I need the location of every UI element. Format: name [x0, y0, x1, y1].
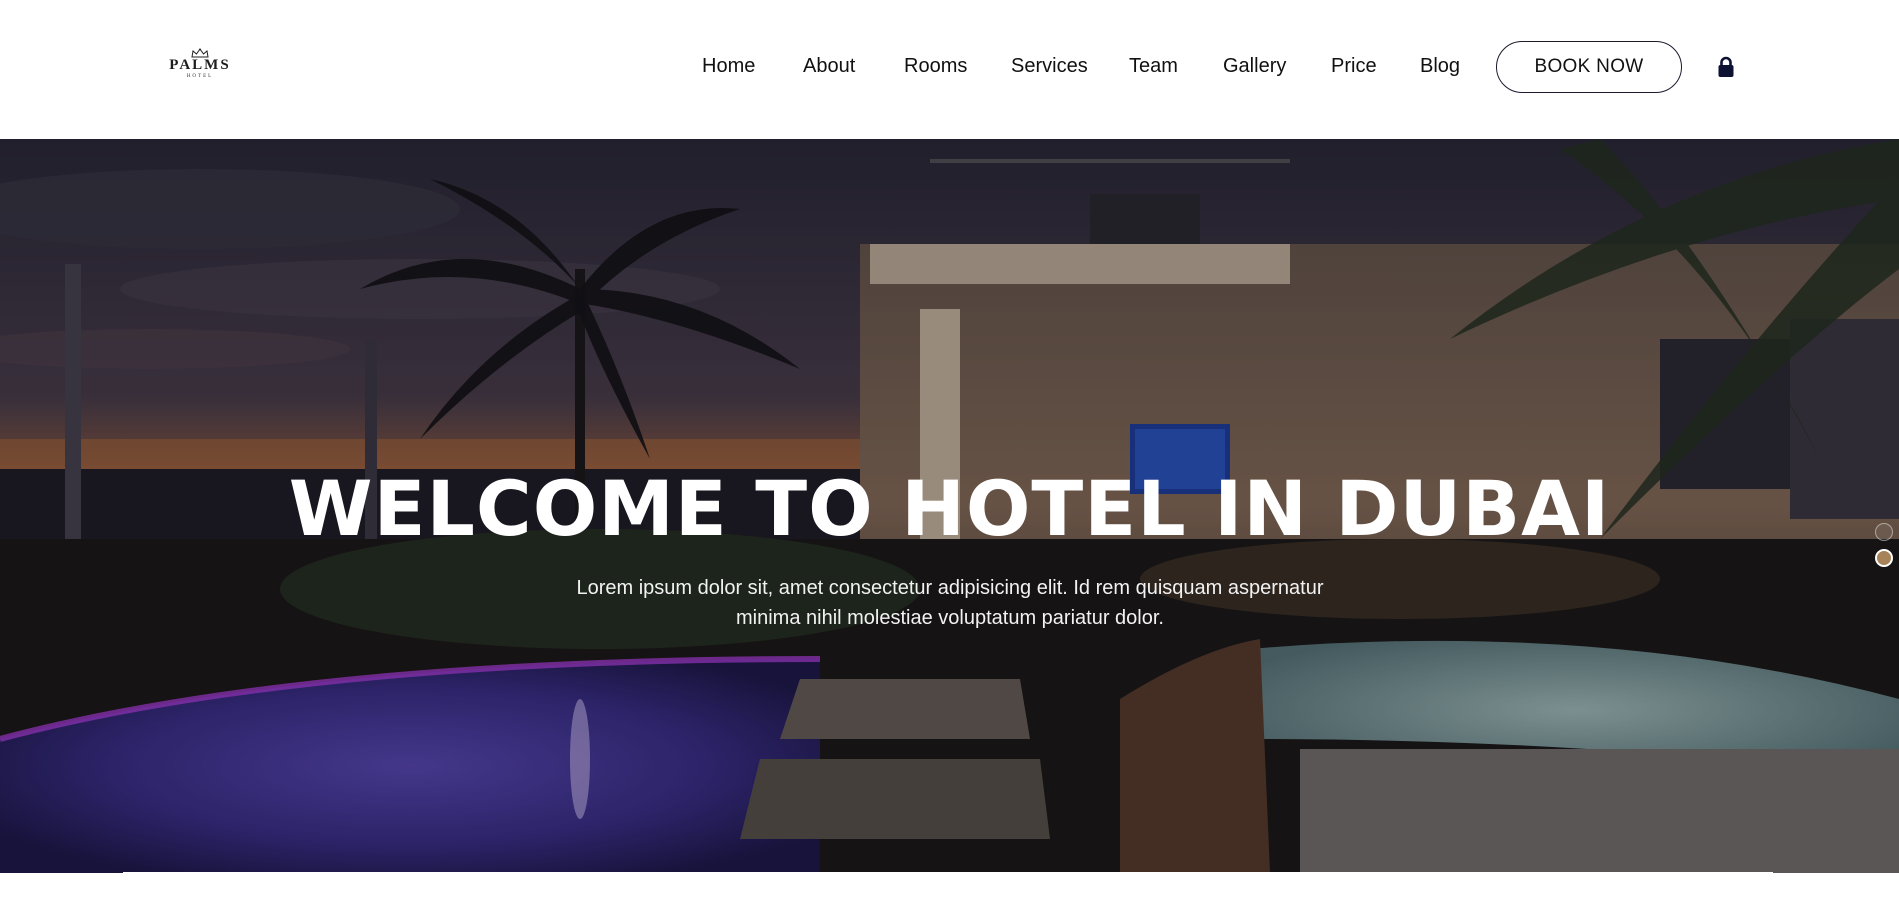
nav-services[interactable]: Services — [1011, 55, 1088, 78]
nav-gallery[interactable]: Gallery — [1223, 55, 1286, 78]
hero-title: WELCOME TO HOTEL IN DUBAI — [288, 464, 1611, 553]
nav-price[interactable]: Price — [1331, 55, 1377, 78]
slider-dot-2-active[interactable] — [1875, 549, 1893, 567]
nav-blog[interactable]: Blog — [1420, 55, 1460, 78]
main-navigation: Home About Rooms Services Team Gallery P… — [0, 0, 1899, 139]
nav-rooms[interactable]: Rooms — [904, 55, 967, 78]
nav-about[interactable]: About — [803, 55, 855, 78]
hero-description-line-2: minima nihil molestiae voluptatum pariat… — [736, 607, 1164, 629]
nav-home[interactable]: Home — [702, 55, 755, 78]
slider-dot-1[interactable] — [1875, 523, 1893, 541]
lock-icon[interactable] — [1717, 56, 1735, 78]
site-header: PALMS HOTEL Home About Rooms Services Te… — [0, 0, 1899, 139]
booking-card — [123, 872, 1773, 919]
hero-description: Lorem ipsum dolor sit, amet consectetur … — [560, 573, 1340, 633]
hero-section: WELCOME TO HOTEL IN DUBAI Lorem ipsum do… — [0, 139, 1899, 873]
hero-description-line-1: Lorem ipsum dolor sit, amet consectetur … — [576, 577, 1324, 599]
nav-team[interactable]: Team — [1129, 55, 1178, 78]
book-now-button[interactable]: BOOK NOW — [1496, 41, 1682, 93]
